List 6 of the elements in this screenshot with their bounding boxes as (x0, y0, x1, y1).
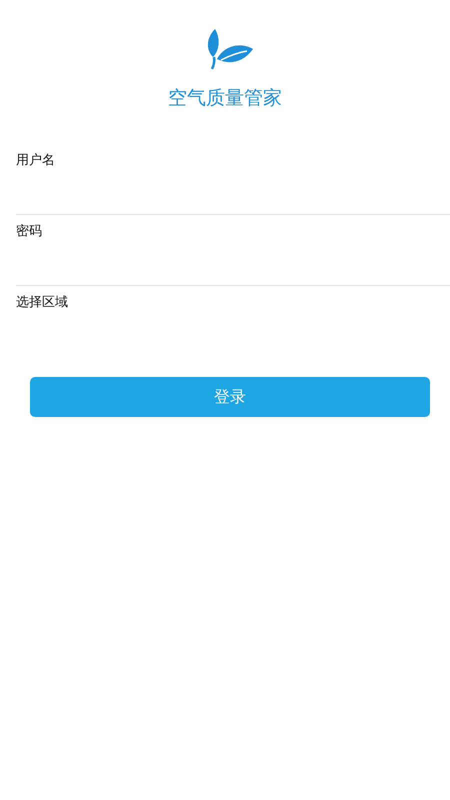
field-label: 用户名 (16, 153, 55, 169)
field-label: 密码 (16, 224, 42, 240)
field-label: 选择区域 (16, 295, 68, 311)
leaf-logo-icon (205, 27, 255, 71)
app-title: 空气质量管家 (168, 86, 282, 110)
login-button[interactable]: 登录 (30, 377, 430, 417)
